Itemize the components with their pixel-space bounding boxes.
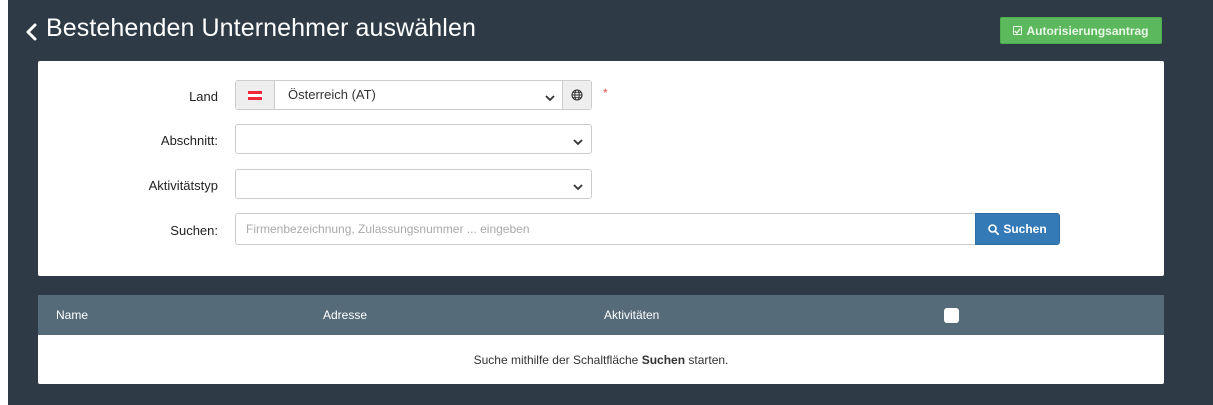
column-header-name[interactable]: Name: [56, 308, 88, 322]
empty-results-message: Suche mithilfe der Schaltfläche Suchen s…: [38, 353, 1164, 367]
results-table-header: Name Adresse Aktivitäten: [38, 295, 1164, 335]
chevron-down-icon: [573, 179, 583, 191]
required-marker: *: [603, 86, 608, 100]
column-header-aktivitaeten[interactable]: Aktivitäten: [604, 308, 659, 322]
search-input[interactable]: [236, 214, 975, 244]
land-select[interactable]: Österreich (AT): [235, 80, 592, 110]
suchen-label: Suchen:: [170, 223, 218, 238]
chevron-down-icon: [545, 90, 555, 102]
land-select-value: Österreich (AT): [288, 87, 376, 102]
abschnitt-label: Abschnitt:: [160, 133, 218, 148]
austria-flag-icon: [248, 90, 262, 100]
back-chevron-icon[interactable]: [22, 17, 42, 45]
app-frame: Bestehenden Unternehmer auswählen Autori…: [8, 0, 1213, 405]
search-form-card: Land Österreich (AT) * Abschnitt: Aktivi…: [38, 61, 1164, 276]
autorisierungsantrag-label: Autorisierungsantrag: [1026, 23, 1149, 38]
column-header-adresse[interactable]: Adresse: [323, 308, 367, 322]
suchen-button-label: Suchen: [1003, 222, 1047, 236]
land-label: Land: [189, 89, 218, 104]
empty-message-before: Suche mithilfe der Schaltfläche: [473, 353, 642, 367]
flag-addon: [236, 81, 275, 109]
results-table-body: Suche mithilfe der Schaltfläche Suchen s…: [38, 335, 1164, 384]
page-title: Bestehenden Unternehmer auswählen: [46, 14, 476, 42]
abschnitt-select[interactable]: [235, 124, 592, 154]
search-input-wrapper: [235, 213, 975, 245]
aktivitaetstyp-label: Aktivitätstyp: [148, 178, 218, 193]
suchen-button[interactable]: Suchen: [975, 213, 1060, 245]
globe-icon[interactable]: [562, 81, 591, 109]
autorisierungsantrag-button[interactable]: Autorisierungsantrag: [1000, 17, 1162, 44]
empty-message-bold: Suchen: [641, 353, 686, 367]
search-icon: [988, 223, 1000, 235]
page-header: Bestehenden Unternehmer auswählen Autori…: [8, 0, 1213, 60]
aktivitaetstyp-select[interactable]: [235, 169, 592, 199]
empty-message-after: starten.: [685, 353, 729, 367]
select-all-checkbox[interactable]: [944, 308, 959, 323]
checkbox-icon: [1013, 26, 1023, 35]
chevron-down-icon: [573, 134, 583, 146]
